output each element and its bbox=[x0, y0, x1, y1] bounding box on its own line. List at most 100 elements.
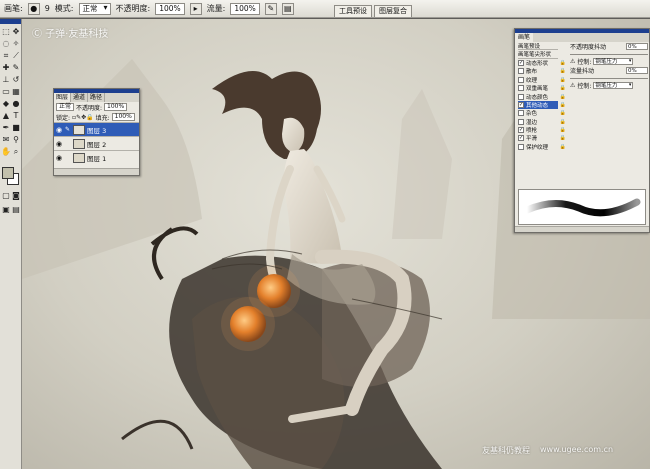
checkbox[interactable]: ✓ bbox=[518, 127, 524, 134]
brush-option-item[interactable]: ✓ 喷枪 🔒 bbox=[518, 126, 566, 134]
screen-mode-icon[interactable]: ▣ bbox=[1, 205, 11, 215]
flow-control-select[interactable]: 钢笔压力 bbox=[593, 82, 634, 89]
magic-wand-icon[interactable]: ✧ bbox=[11, 39, 21, 49]
lock-icon[interactable]: 🔒 bbox=[560, 68, 566, 74]
tab-paths[interactable]: 路径 bbox=[88, 93, 106, 102]
brush-option-item[interactable]: 保护纹理 🔒 bbox=[518, 143, 566, 151]
checkbox[interactable] bbox=[518, 143, 524, 150]
brush-option-item[interactable]: ✓ 其他动态 🔒 bbox=[518, 100, 566, 110]
brush-option-item[interactable]: ✓ 平滑 🔒 bbox=[518, 134, 566, 142]
checkbox[interactable] bbox=[518, 85, 524, 92]
brush-tool-icon[interactable]: ✎ bbox=[11, 63, 21, 73]
brush-option-item[interactable]: 湿边 🔒 bbox=[518, 118, 566, 126]
healing-brush-icon[interactable]: ✚ bbox=[1, 63, 11, 73]
lock-icon[interactable]: 🔒 bbox=[560, 110, 566, 116]
tab-layer-comps[interactable]: 图层复合 bbox=[374, 5, 412, 17]
lock-icon[interactable]: 🔒 bbox=[560, 77, 566, 83]
opacity-arrow-icon[interactable]: ▸ bbox=[189, 2, 202, 15]
opacity-field[interactable]: 100% bbox=[155, 2, 185, 15]
checkbox[interactable]: ✓ bbox=[518, 59, 524, 66]
zoom-tool-icon[interactable]: ⌕ bbox=[11, 147, 21, 157]
opacity-jitter-slider[interactable] bbox=[570, 52, 648, 55]
fullscreen-mode-icon[interactable]: ▤ bbox=[11, 205, 21, 215]
flow-jitter-label: 流量抖动 bbox=[570, 68, 595, 75]
opacity-jitter-label: 不透明度抖动 bbox=[570, 44, 607, 51]
flow-jitter-slider[interactable] bbox=[570, 76, 648, 79]
brush-option-item[interactable]: 动态颜色 🔒 bbox=[518, 92, 566, 101]
brush-option-item[interactable]: 杂色 🔒 bbox=[518, 109, 566, 117]
type-tool-icon[interactable]: T bbox=[11, 111, 21, 121]
standard-mode-icon[interactable]: ▢ bbox=[1, 191, 11, 201]
checkbox[interactable] bbox=[518, 93, 524, 100]
checkbox[interactable] bbox=[518, 110, 524, 117]
brush-option-item[interactable]: 双重画笔 🔒 bbox=[518, 84, 566, 92]
checkbox[interactable]: ✓ bbox=[518, 135, 524, 142]
layers-panel-tabs: 图层 通道 路径 bbox=[54, 93, 139, 102]
brush-option-item[interactable]: ✓ 动态形状 🔒 bbox=[518, 59, 566, 67]
brush-option-label: 纹理 bbox=[526, 77, 538, 84]
opacity-label: 不透明度: bbox=[115, 4, 151, 13]
layer-row[interactable]: ◉ 图层 2 bbox=[54, 136, 139, 150]
opacity-jitter-field[interactable]: 0% bbox=[626, 43, 648, 50]
checkbox[interactable] bbox=[518, 118, 524, 125]
airbrush-icon[interactable]: ✎ bbox=[264, 2, 277, 15]
layer-row[interactable]: ◉ 图层 1 bbox=[54, 150, 139, 164]
crop-tool-icon[interactable]: ⌗ bbox=[1, 51, 11, 61]
eyedropper-icon[interactable]: ⚲ bbox=[11, 135, 21, 145]
marquee-tool-icon[interactable]: ⬚ bbox=[1, 27, 11, 37]
lock-icon[interactable]: 🔒 bbox=[560, 85, 566, 91]
path-select-icon[interactable]: ▲ bbox=[1, 111, 11, 121]
hand-tool-icon[interactable]: ✋ bbox=[1, 147, 11, 157]
layer-row[interactable]: ◉ ✎ 图层 3 bbox=[54, 122, 139, 136]
lock-icon[interactable]: 🔒 bbox=[560, 60, 566, 66]
palette-toggle-icon[interactable]: ▤ bbox=[281, 2, 294, 15]
lock-icon[interactable]: ▫✎✥🔒 bbox=[72, 114, 94, 121]
foreground-color-swatch[interactable] bbox=[2, 167, 14, 179]
pen-tool-icon[interactable]: ✒ bbox=[1, 123, 11, 133]
shape-tool-icon[interactable]: ■ bbox=[11, 123, 21, 133]
lock-icon[interactable]: 🔒 bbox=[560, 94, 566, 100]
flow-control-row: ⚠ 控制: 钢笔压力 bbox=[570, 81, 648, 90]
brush-presets-label: 画笔预设 bbox=[518, 43, 541, 50]
brushes-panel: 画笔 画笔预设 画笔笔尖形状 ✓ 动态形状 🔒 散布 🔒 纹理 🔒 双重画笔 🔒 动态颜色 🔒 ✓ 其他… bbox=[514, 28, 650, 233]
blend-mode-select[interactable]: 正常 bbox=[56, 103, 75, 111]
brush-option-item[interactable]: 散布 🔒 bbox=[518, 67, 566, 75]
lock-icon[interactable]: 🔒 bbox=[560, 119, 566, 125]
checkbox[interactable]: ✓ bbox=[518, 101, 524, 108]
clone-stamp-icon[interactable]: ⊥ bbox=[1, 75, 11, 85]
tab-layers[interactable]: 图层 bbox=[54, 93, 72, 102]
checkbox[interactable] bbox=[518, 68, 524, 75]
quickmask-mode-icon[interactable]: ◙ bbox=[11, 191, 21, 201]
lock-icon[interactable]: 🔒 bbox=[560, 144, 566, 150]
tab-tool-presets[interactable]: 工具预设 bbox=[334, 5, 372, 17]
brush-tip-shape-item[interactable]: 画笔笔尖形状 bbox=[518, 50, 558, 59]
dodge-tool-icon[interactable]: ● bbox=[11, 99, 21, 109]
tab-brushes[interactable]: 画笔 bbox=[515, 33, 534, 42]
slice-tool-icon[interactable]: ⟋ bbox=[11, 51, 21, 61]
flow-jitter-field[interactable]: 0% bbox=[626, 67, 648, 74]
lock-icon[interactable]: 🔒 bbox=[560, 135, 566, 141]
eraser-tool-icon[interactable]: ▭ bbox=[1, 87, 11, 97]
flow-field[interactable]: 100% bbox=[230, 2, 260, 15]
gradient-tool-icon[interactable]: ▦ bbox=[11, 87, 21, 97]
history-brush-icon[interactable]: ↺ bbox=[11, 75, 21, 85]
mode-select[interactable]: 正常 bbox=[78, 2, 111, 15]
move-tool-icon[interactable]: ✥ bbox=[11, 27, 21, 37]
checkbox[interactable] bbox=[518, 76, 524, 83]
eye-icon[interactable]: ◉ bbox=[56, 140, 63, 148]
fill-field[interactable]: 100% bbox=[111, 113, 135, 121]
notes-tool-icon[interactable]: ✉ bbox=[1, 135, 11, 145]
brush-option-item[interactable]: 纹理 🔒 bbox=[518, 76, 566, 84]
opacity-control-select[interactable]: 钢笔压力 bbox=[593, 58, 634, 65]
tab-channels[interactable]: 通道 bbox=[71, 93, 89, 102]
lock-icon[interactable]: 🔒 bbox=[560, 102, 566, 108]
eye-icon[interactable]: ◉ bbox=[56, 126, 63, 134]
blur-tool-icon[interactable]: ◆ bbox=[1, 99, 11, 109]
palette-well: 工具预设 图层复合 bbox=[334, 2, 514, 17]
layer-opacity-field[interactable]: 100% bbox=[104, 103, 128, 111]
lock-icon[interactable]: 🔒 bbox=[560, 127, 566, 133]
eye-icon[interactable]: ◉ bbox=[56, 154, 63, 162]
brush-preset-picker[interactable]: ● bbox=[27, 2, 40, 15]
layer-name: 图层 3 bbox=[87, 126, 107, 135]
lasso-tool-icon[interactable]: ◌ bbox=[1, 39, 11, 49]
